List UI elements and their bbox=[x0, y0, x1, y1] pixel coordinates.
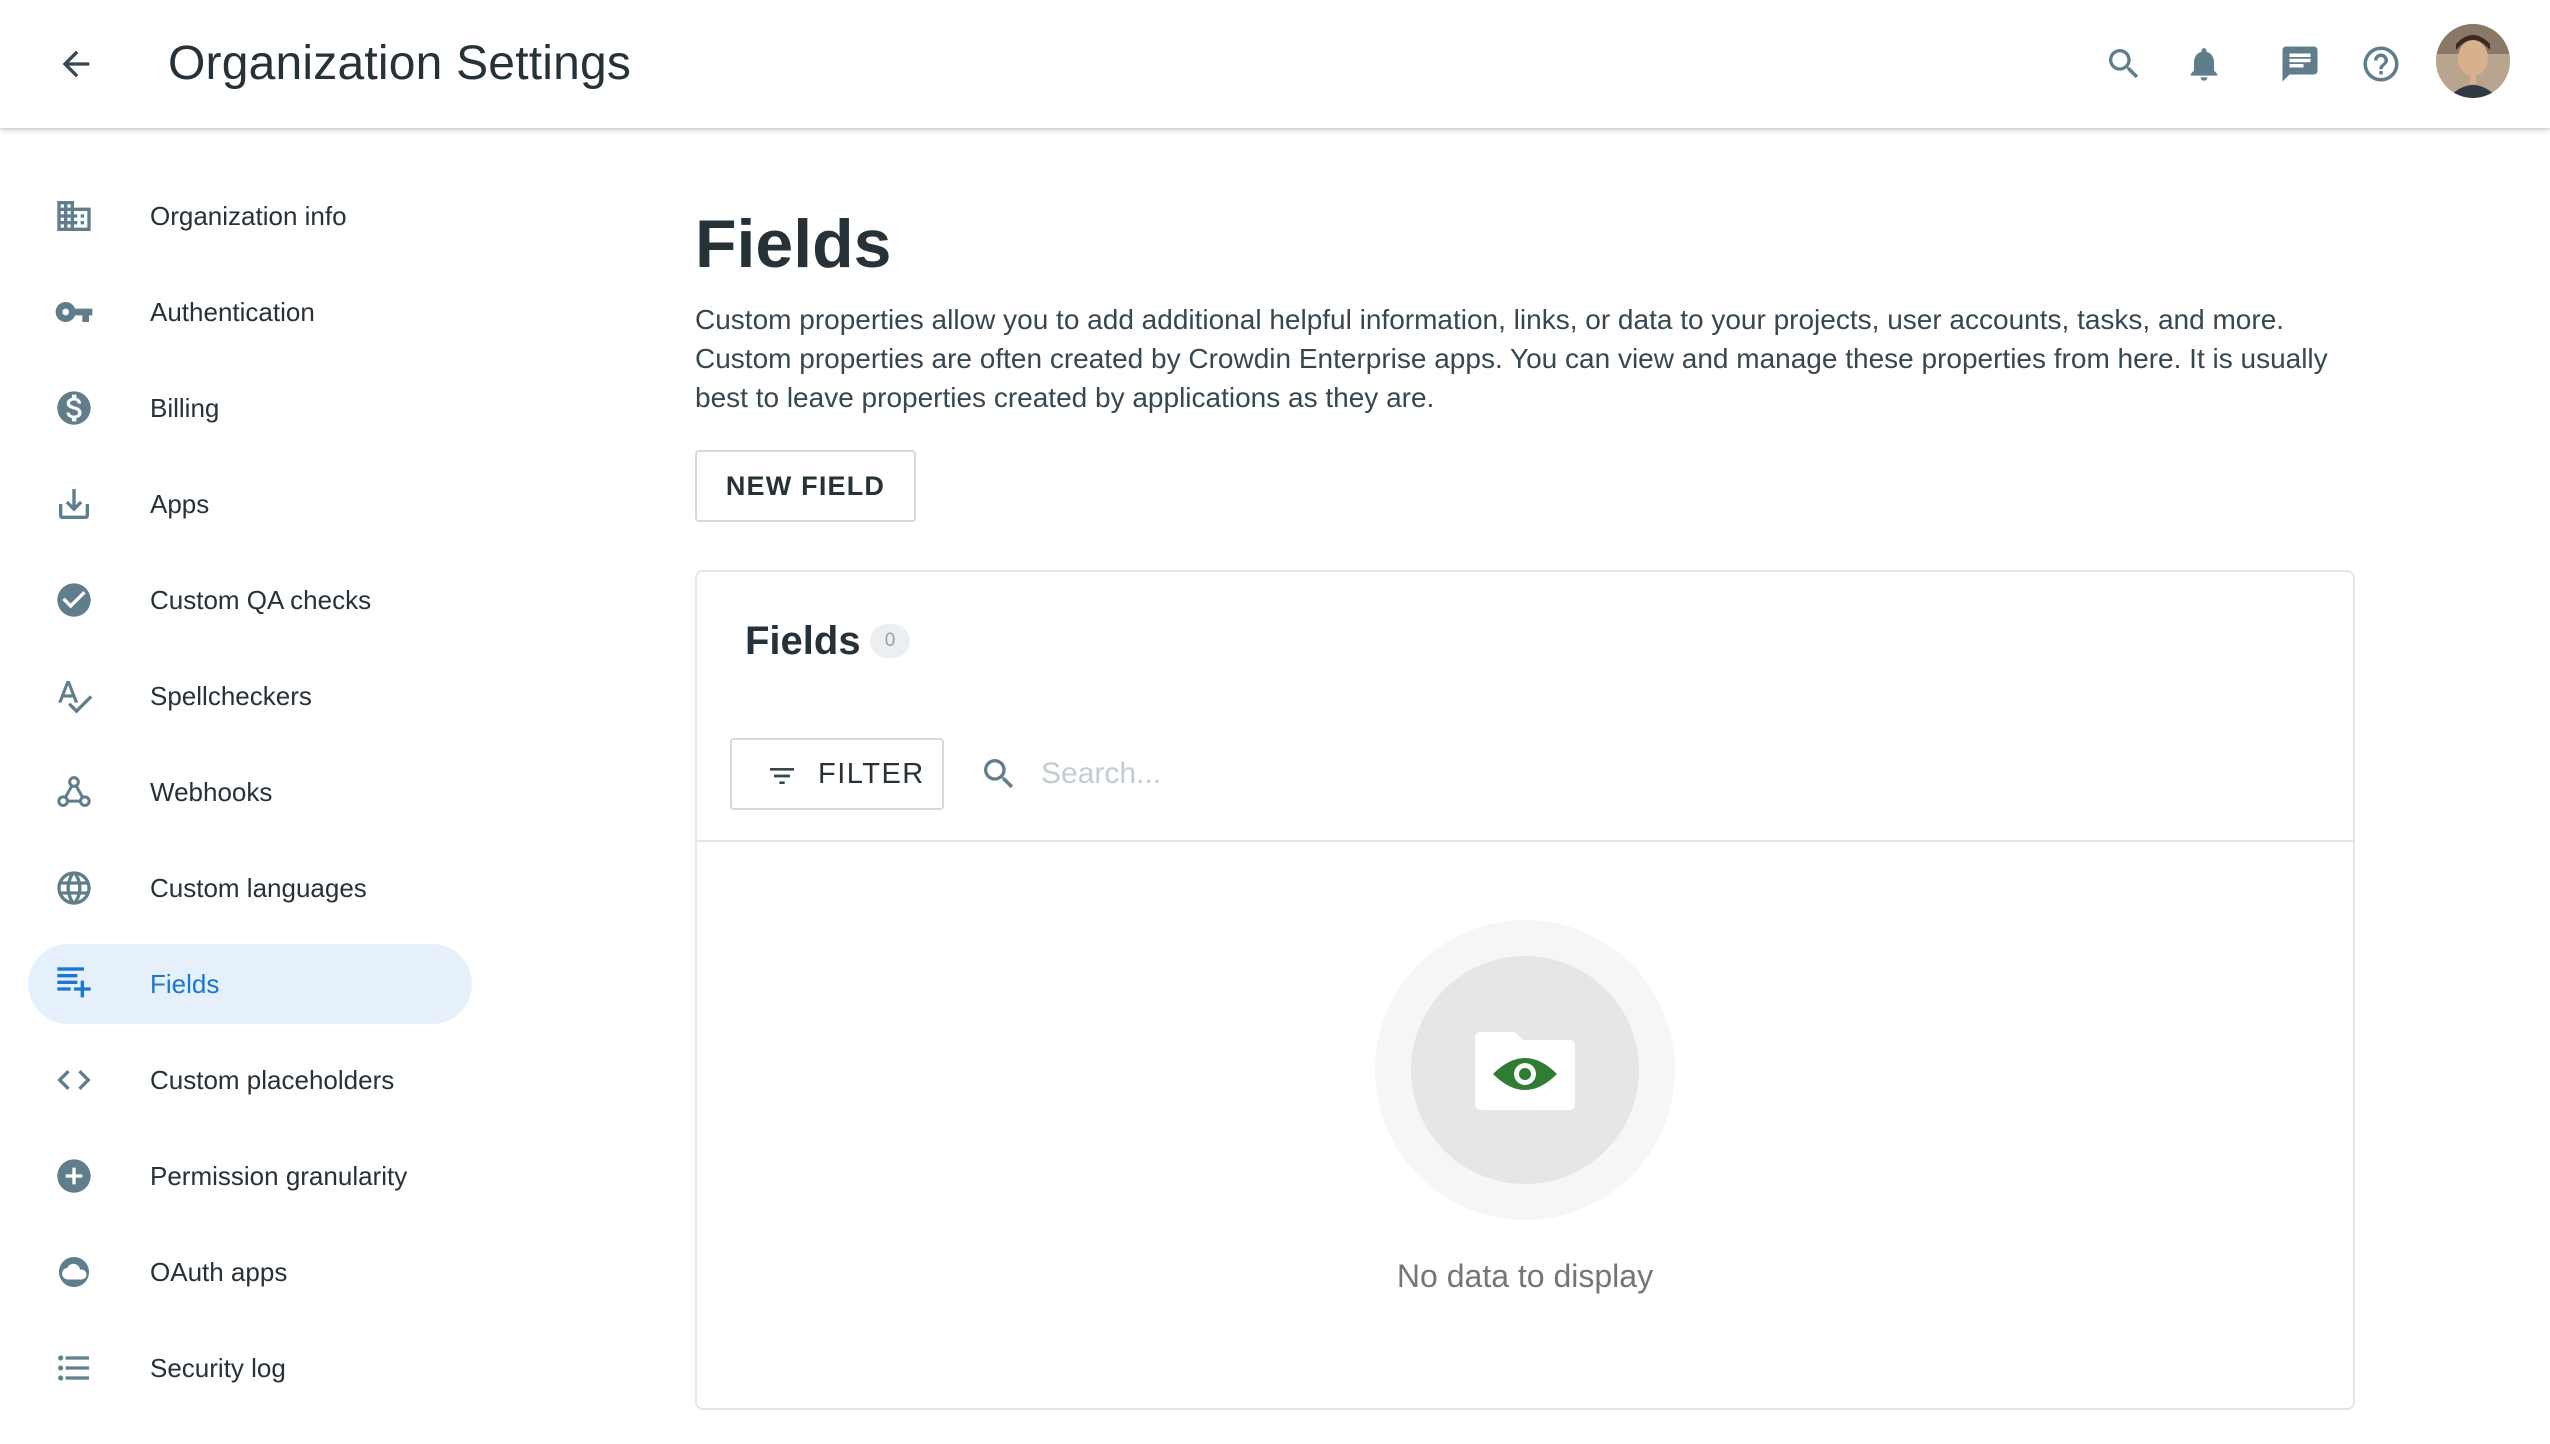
sidebar-item-webhooks[interactable]: Webhooks bbox=[28, 752, 472, 832]
section-description: Custom properties allow you to add addit… bbox=[695, 304, 2328, 413]
sidebar-item-security-log[interactable]: Security log bbox=[28, 1328, 472, 1408]
download-icon bbox=[54, 484, 94, 524]
fields-card: Fields 0 FILTER Search... No data to dis… bbox=[695, 570, 2355, 1410]
filter-button[interactable]: FILTER bbox=[730, 738, 944, 810]
sidebar-item-apps[interactable]: Apps bbox=[28, 464, 472, 544]
sidebar-item-label: Apps bbox=[150, 489, 210, 519]
sidebar-item-label: Spellcheckers bbox=[150, 681, 312, 711]
empty-state-circle bbox=[1411, 956, 1639, 1184]
new-field-button[interactable]: NEW FIELD bbox=[695, 450, 916, 522]
avatar[interactable] bbox=[2436, 24, 2510, 98]
sidebar-item-label: Security log bbox=[150, 1353, 286, 1383]
sidebar-item-permission-granularity[interactable]: Permission granularity bbox=[28, 1136, 472, 1216]
card-title: Fields bbox=[745, 619, 861, 663]
count-badge: 0 bbox=[870, 624, 910, 658]
list-icon bbox=[54, 1348, 94, 1388]
sidebar: Organization info Authentication Billing… bbox=[0, 128, 500, 1444]
sidebar-item-label: Permission granularity bbox=[150, 1161, 408, 1191]
empty-state-illustration bbox=[1375, 920, 1675, 1220]
sidebar-item-label: Authentication bbox=[150, 297, 315, 327]
chat-icon[interactable] bbox=[2272, 36, 2328, 92]
help-icon[interactable] bbox=[2353, 36, 2409, 92]
sidebar-item-label: Custom QA checks bbox=[150, 585, 372, 615]
sidebar-item-billing[interactable]: Billing bbox=[28, 368, 472, 448]
add-circle-icon bbox=[54, 1156, 94, 1196]
back-arrow-icon[interactable] bbox=[48, 36, 104, 92]
sidebar-item-label: Webhooks bbox=[150, 777, 273, 807]
search-icon[interactable] bbox=[2096, 36, 2152, 92]
sidebar-item-label: OAuth apps bbox=[150, 1257, 288, 1287]
page-title: Organization Settings bbox=[168, 37, 632, 90]
playlist-add-icon bbox=[54, 964, 94, 1004]
filter-icon bbox=[766, 760, 798, 792]
app-bar: Organization Settings bbox=[0, 0, 2550, 128]
building-icon bbox=[54, 196, 94, 236]
cloud-icon bbox=[54, 1252, 94, 1292]
webhook-icon bbox=[54, 772, 94, 812]
sidebar-item-label: Billing bbox=[150, 393, 220, 423]
sidebar-item-custom-placeholders[interactable]: Custom placeholders bbox=[28, 1040, 472, 1120]
sidebar-item-authentication[interactable]: Authentication bbox=[28, 272, 472, 352]
code-icon bbox=[54, 1060, 94, 1100]
empty-state-text: No data to display bbox=[1396, 1258, 1654, 1294]
filter-label: FILTER bbox=[818, 758, 925, 790]
check-circle-icon bbox=[54, 580, 94, 620]
sidebar-item-spellcheckers[interactable]: Spellcheckers bbox=[28, 656, 472, 736]
globe-icon bbox=[54, 868, 94, 908]
sidebar-item-organization-info[interactable]: Organization info bbox=[28, 176, 472, 256]
spellcheck-icon bbox=[54, 676, 94, 716]
section-title: Fields bbox=[695, 206, 892, 282]
search-input[interactable] bbox=[1041, 744, 2241, 804]
sidebar-item-fields[interactable]: Fields bbox=[28, 944, 472, 1024]
sidebar-item-label: Organization info bbox=[150, 201, 347, 231]
dollar-icon bbox=[54, 388, 94, 428]
sidebar-item-oauth-apps[interactable]: OAuth apps bbox=[28, 1232, 472, 1312]
bell-icon[interactable] bbox=[2176, 36, 2232, 92]
search-icon bbox=[979, 754, 1019, 794]
sidebar-item-label: Custom languages bbox=[150, 873, 367, 903]
divider bbox=[697, 840, 2353, 842]
sidebar-item-custom-qa-checks[interactable]: Custom QA checks bbox=[28, 560, 472, 640]
sidebar-item-label: Custom placeholders bbox=[150, 1065, 395, 1095]
sidebar-item-custom-languages[interactable]: Custom languages bbox=[28, 848, 472, 928]
folder-eye-icon bbox=[1471, 1020, 1579, 1116]
key-icon bbox=[54, 292, 94, 332]
sidebar-item-label: Fields bbox=[150, 969, 220, 999]
